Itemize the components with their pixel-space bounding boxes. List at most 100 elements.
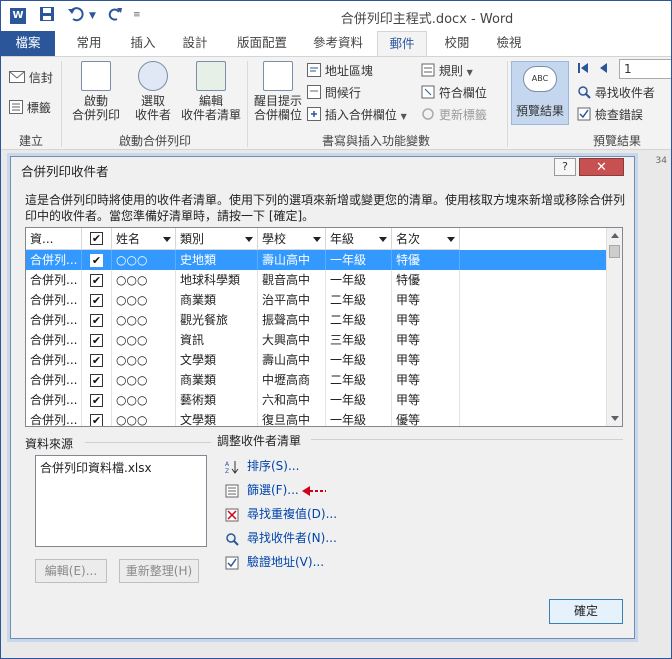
recipient-checkbox[interactable]: ✔ [90,334,103,347]
previous-record-icon[interactable] [597,62,609,77]
table-cell-category[interactable]: 史地類 [176,250,258,270]
match-fields-button[interactable]: 符合欄位 [421,84,487,102]
table-cell-school[interactable]: 振聲高中 [258,310,326,330]
help-button[interactable]: ? [554,158,576,176]
table-cell-category[interactable]: 商業類 [176,370,258,390]
table-cell-name[interactable]: ○○○ [112,270,176,290]
table-cell-school[interactable]: 壽山高中 [258,350,326,370]
table-cell-rank[interactable]: 甲等 [392,310,460,330]
table-cell-source[interactable]: 合併列... [26,350,82,370]
table-cell-rank[interactable]: 特優 [392,250,460,270]
table-cell-grade[interactable]: 二年級 [326,290,392,310]
preview-results-button[interactable]: ABC 預覽結果 [511,61,569,125]
table-row[interactable]: 合併列... ✔ ○○○ 文學類 復旦高中 一年級 優等 [26,410,608,426]
table-row[interactable]: 合併列... ✔ ○○○ 觀光餐旅 振聲高中 二年級 甲等 [26,310,608,330]
labels-button[interactable]: 標籤 [9,99,51,117]
recipient-checkbox[interactable]: ✔ [90,414,103,426]
update-labels-button[interactable]: 更新標籤 [421,106,487,124]
data-source-list[interactable]: 合併列印資料檔.xlsx [35,455,207,547]
tab-view[interactable]: 檢視 [485,31,533,57]
tab-file[interactable]: 檔案 [1,31,55,57]
recipient-checkbox[interactable]: ✔ [90,314,103,327]
tab-home[interactable]: 常用 [65,31,113,57]
column-header-name[interactable]: 姓名 [112,228,176,250]
recipient-checkbox[interactable]: ✔ [90,354,103,367]
table-row[interactable]: 合併列... ✔ ○○○ 史地類 壽山高中 一年級 特優 [26,250,608,270]
chevron-down-icon[interactable] [379,237,387,242]
table-row[interactable]: 合併列... ✔ ○○○ 資訊 大興高中 三年級 甲等 [26,330,608,350]
table-cell-name[interactable]: ○○○ [112,370,176,390]
table-cell-grade[interactable]: 二年級 [326,370,392,390]
chevron-down-icon[interactable] [447,237,455,242]
table-cell-grade[interactable]: 一年級 [326,390,392,410]
refresh-button[interactable]: 重新整理(H) [119,559,199,583]
ok-button[interactable]: 確定 [549,599,623,624]
table-cell-name[interactable]: ○○○ [112,310,176,330]
table-cell-school[interactable]: 治平高中 [258,290,326,310]
close-button[interactable]: ✕ [579,158,624,176]
table-cell-source[interactable]: 合併列... [26,390,82,410]
table-cell-grade[interactable]: 一年級 [326,270,392,290]
scroll-up-icon[interactable] [611,233,619,238]
column-header-category[interactable]: 類別 [176,228,258,250]
data-source-item[interactable]: 合併列印資料檔.xlsx [40,459,202,476]
table-cell-source[interactable]: 合併列... [26,270,82,290]
table-cell-source[interactable]: 合併列... [26,310,82,330]
table-cell-category[interactable]: 商業類 [176,290,258,310]
column-header-source[interactable]: 資... [26,228,82,250]
recipient-checkbox[interactable]: ✔ [90,374,103,387]
find-recipient-button[interactable]: 尋找收件者 [577,84,655,102]
edit-button[interactable]: 編輯(E)... [35,559,107,583]
table-cell-grade[interactable]: 一年級 [326,350,392,370]
scroll-down-icon[interactable] [611,416,619,421]
table-cell-category[interactable]: 文學類 [176,350,258,370]
validate-addresses-link[interactable]: 驗證地址(V)... [225,553,324,570]
recipient-checkbox[interactable]: ✔ [90,294,103,307]
filter-link[interactable]: 篩選(F)... [225,481,299,498]
tab-review[interactable]: 校閱 [433,31,481,57]
table-cell-rank[interactable]: 優等 [392,410,460,426]
table-cell-source[interactable]: 合併列... [26,370,82,390]
table-cell-grade[interactable]: 三年級 [326,330,392,350]
rules-button[interactable]: 規則 ▼ [421,62,473,80]
tab-design[interactable]: 設計 [171,31,219,57]
record-number-input[interactable]: 1 [619,59,671,79]
table-cell-school[interactable]: 復旦高中 [258,410,326,426]
edit-recipient-list-button[interactable]: 編輯 收件者清單 [179,61,243,122]
table-cell-name[interactable]: ○○○ [112,290,176,310]
table-row[interactable]: 合併列... ✔ ○○○ 藝術類 六和高中 一年級 甲等 [26,390,608,410]
table-cell-category[interactable]: 資訊 [176,330,258,350]
table-row[interactable]: 合併列... ✔ ○○○ 文學類 壽山高中 一年級 甲等 [26,350,608,370]
table-cell-grade[interactable]: 二年級 [326,310,392,330]
chevron-down-icon[interactable] [163,237,171,242]
table-cell-name[interactable]: ○○○ [112,330,176,350]
tab-insert[interactable]: 插入 [119,31,167,57]
table-cell-school[interactable]: 六和高中 [258,390,326,410]
table-cell-source[interactable]: 合併列... [26,290,82,310]
table-cell-source[interactable]: 合併列... [26,410,82,426]
tab-references[interactable]: 參考資料 [303,31,373,57]
check-errors-button[interactable]: 檢查錯誤 [577,106,643,124]
tab-layout[interactable]: 版面配置 [227,31,297,57]
column-header-rank[interactable]: 名次 [392,228,460,250]
table-cell-school[interactable]: 觀音高中 [258,270,326,290]
table-cell-category[interactable]: 文學類 [176,410,258,426]
table-cell-name[interactable]: ○○○ [112,250,176,270]
table-cell-category[interactable]: 觀光餐旅 [176,310,258,330]
table-cell-category[interactable]: 藝術類 [176,390,258,410]
table-row[interactable]: 合併列... ✔ ○○○ 地球科學類 觀音高中 一年級 特優 [26,270,608,290]
highlight-merge-fields-button[interactable]: 醒目提示 合併欄位 [251,61,305,122]
table-cell-school[interactable]: 中壢高商 [258,370,326,390]
table-row[interactable]: 合併列... ✔ ○○○ 商業類 治平高中 二年級 甲等 [26,290,608,310]
recipient-checkbox[interactable]: ✔ [90,394,103,407]
address-block-button[interactable]: 地址區塊 [307,62,373,80]
envelopes-button[interactable]: 信封 [9,69,53,86]
table-cell-source[interactable]: 合併列... [26,250,82,270]
find-duplicates-link[interactable]: 尋找重複值(D)... [225,505,337,522]
table-cell-rank[interactable]: 甲等 [392,330,460,350]
first-record-icon[interactable] [577,62,589,77]
start-mail-merge-button[interactable]: 啟動 合併列印 [65,61,127,122]
table-cell-rank[interactable]: 甲等 [392,350,460,370]
find-recipient-link[interactable]: 尋找收件者(N)... [225,529,337,546]
table-cell-name[interactable]: ○○○ [112,350,176,370]
